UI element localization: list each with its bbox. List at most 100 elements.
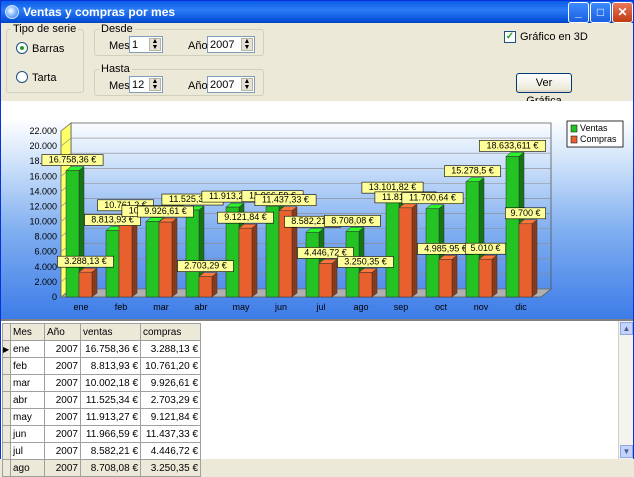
app-icon[interactable] [5, 5, 19, 19]
table-cell[interactable]: 2007 [44, 408, 81, 426]
table-cell[interactable]: 2.703,29 € [140, 391, 201, 409]
row-indicator[interactable] [2, 425, 11, 443]
table-cell[interactable]: 11.913,27 € [80, 408, 141, 426]
table-cell[interactable]: 11.525,34 € [80, 391, 141, 409]
table-row[interactable]: jun 2007 11.966,59 €11.437,33 € [2, 425, 201, 443]
table-cell[interactable]: 2007 [44, 425, 81, 443]
table-cell[interactable]: 4.446,72 € [140, 442, 201, 460]
table-row[interactable]: abr 2007 11.525,34 €2.703,29 € [2, 391, 201, 409]
row-indicator[interactable] [2, 408, 11, 426]
x-tick-label: sep [394, 302, 409, 312]
table-cell[interactable]: feb [10, 357, 45, 375]
spinner-arrows-icon[interactable]: ▲ ▼ [241, 38, 253, 51]
table-cell[interactable]: 8.582,21 € [80, 442, 141, 460]
table-cell[interactable]: 16.758,36 € [80, 340, 141, 358]
table-row[interactable]: mar 2007 10.002,18 €9.926,61 € [2, 374, 201, 392]
bar [318, 263, 333, 298]
row-indicator[interactable] [2, 442, 11, 460]
table-row[interactable]: ▶ ene 2007 16.758,36 €3.288,13 € [2, 340, 201, 358]
table-cell[interactable]: 2007 [44, 391, 81, 409]
table-cell[interactable]: 2007 [44, 459, 81, 477]
table-cell[interactable]: abr [10, 391, 45, 409]
table-cell[interactable]: jun [10, 425, 45, 443]
minimize-icon: _ [575, 5, 582, 19]
table-row[interactable]: may 2007 11.913,27 €9.121,84 € [2, 408, 201, 426]
table-row[interactable]: ago 2007 8.708,08 €3.250,35 € [2, 459, 201, 477]
hasta-anio-spinner[interactable]: 2007 ▲ ▼ [207, 76, 255, 93]
spinner-arrows-icon[interactable]: ▲ ▼ [241, 78, 253, 91]
table-cell[interactable]: 10.761,20 € [140, 357, 201, 375]
hasta-mes-value: 12 [132, 79, 145, 91]
scroll-up-icon[interactable]: ▲ [620, 322, 633, 335]
desde-mes-spinner[interactable]: 1 ▲ ▼ [129, 36, 163, 53]
bar [65, 170, 80, 298]
row-indicator[interactable]: ▶ [2, 340, 11, 358]
radio-tarta[interactable] [16, 71, 28, 83]
table-cell[interactable]: 11.437,33 € [140, 425, 201, 443]
bar-side [171, 217, 178, 298]
table-cell[interactable]: 8.708,08 € [80, 459, 141, 477]
table-cell[interactable]: 2007 [44, 442, 81, 460]
bar-side [331, 258, 338, 298]
data-table[interactable]: Mes Año ventas compras ▶ ene 2007 16.758,36 €3… [2, 323, 201, 477]
table-cell[interactable]: 2007 [44, 374, 81, 392]
series-type-legend: Tipo de serie [13, 23, 77, 35]
data-label: 3.288,13 € [64, 256, 107, 266]
table-cell[interactable]: 9.926,61 € [140, 374, 201, 392]
window-title: Ventas y compras por mes [23, 5, 176, 19]
row-indicator[interactable] [2, 459, 11, 477]
x-tick-label: feb [115, 302, 128, 312]
table-cell[interactable]: may [10, 408, 45, 426]
bar [145, 221, 160, 298]
y-tick-label: 10.000 [29, 217, 57, 227]
column-header-ventas[interactable]: ventas [80, 323, 141, 341]
title-bar[interactable]: Ventas y compras por mes _ □ ✕ [1, 1, 633, 23]
x-tick-label: oct [435, 302, 448, 312]
table-cell[interactable]: 9.121,84 € [140, 408, 201, 426]
bar-chart: 0 2.000 4.000 6.000 8.000 10.000 12.000 14.000 1… [29, 120, 624, 312]
y-tick-label: 4.000 [34, 262, 57, 272]
table-cell[interactable]: ago [10, 459, 45, 477]
ver-grafica-button[interactable]: Ver Gráfica [516, 73, 572, 107]
column-header-año[interactable]: Año [44, 323, 81, 341]
row-indicator[interactable] [2, 374, 11, 392]
desde-legend: Desde [101, 23, 133, 35]
minimize-button[interactable]: _ [568, 2, 589, 23]
x-tick-label: mar [153, 302, 169, 312]
column-header-compras[interactable]: compras [140, 323, 201, 341]
radio-barras-label: Barras [32, 43, 65, 55]
table-cell[interactable]: 3.288,13 € [140, 340, 201, 358]
close-button[interactable]: ✕ [612, 2, 633, 23]
table-cell[interactable]: 10.002,18 € [80, 374, 141, 392]
grafico-3d-checkbox[interactable]: ✓ [504, 31, 516, 43]
maximize-button[interactable]: □ [590, 2, 611, 23]
bar [465, 181, 480, 298]
table-cell[interactable]: 2007 [44, 357, 81, 375]
table-cell[interactable]: 3.250,35 € [140, 459, 201, 477]
scroll-down-icon[interactable]: ▼ [620, 445, 633, 458]
desde-anio-spinner[interactable]: 2007 ▲ ▼ [207, 36, 255, 53]
vertical-scrollbar[interactable]: ▲ ▼ [618, 321, 633, 459]
spinner-arrows-icon[interactable]: ▲ ▼ [149, 78, 161, 91]
table-cell[interactable]: 8.813,93 € [80, 357, 141, 375]
hasta-mes-spinner[interactable]: 12 ▲ ▼ [129, 76, 163, 93]
row-indicator[interactable] [2, 357, 11, 375]
data-label: 9.926,61 € [144, 206, 187, 216]
radio-barras[interactable] [16, 42, 28, 54]
hasta-mes-label: Mes [109, 80, 130, 92]
column-header-mes[interactable]: Mes [10, 323, 45, 341]
bar [158, 221, 173, 298]
desde-mes-label: Mes [109, 40, 130, 52]
table-cell[interactable]: jul [10, 442, 45, 460]
table-row[interactable]: feb 2007 8.813,93 €10.761,20 € [2, 357, 201, 375]
spinner-arrows-icon[interactable]: ▲ ▼ [149, 38, 161, 51]
hasta-anio-label: Año [188, 80, 208, 92]
table-row[interactable]: jul 2007 8.582,21 €4.446,72 € [2, 442, 201, 460]
table-cell[interactable]: 11.966,59 € [80, 425, 141, 443]
table-cell[interactable]: mar [10, 374, 45, 392]
row-indicator[interactable] [2, 391, 11, 409]
bar-side [411, 203, 418, 298]
data-grid[interactable]: Mes Año ventas compras ▶ ene 2007 16.758,36 €3… [1, 319, 633, 477]
table-cell[interactable]: ene [10, 340, 45, 358]
table-cell[interactable]: 2007 [44, 340, 81, 358]
